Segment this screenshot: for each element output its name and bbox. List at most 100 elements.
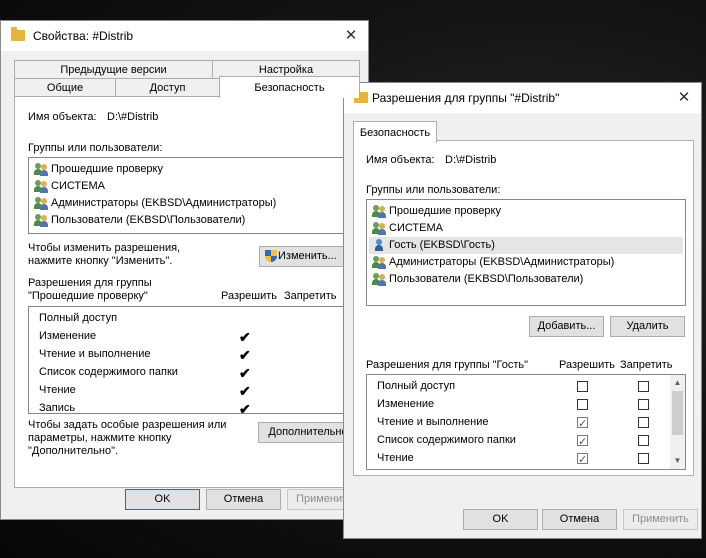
permission-label: Чтение bbox=[377, 452, 414, 464]
user-name: Пользователи (EKBSD\Пользователи) bbox=[389, 273, 584, 285]
permission-row: Изменение bbox=[367, 395, 667, 413]
deny-checkbox[interactable] bbox=[638, 417, 649, 428]
permission-label: Изменение bbox=[377, 398, 435, 410]
add-button[interactable]: Добавить... bbox=[529, 316, 604, 337]
properties-window: Свойства: #Distrib ✕ Предыдущие версии Н… bbox=[0, 20, 369, 520]
user-name: Гость (EKBSD\Гость) bbox=[389, 239, 495, 251]
allow-checkbox[interactable] bbox=[577, 433, 588, 451]
deny-checkbox[interactable] bbox=[638, 381, 649, 392]
permission-label: Чтение bbox=[39, 384, 76, 396]
properties-close-button[interactable]: ✕ bbox=[340, 25, 362, 47]
permission-row: Список содержимого папки bbox=[367, 431, 667, 451]
permission-label: Полный доступ bbox=[377, 380, 456, 392]
allow-checkmark-icon: ✔ bbox=[239, 329, 251, 345]
allow-checkmark-icon: ✔ bbox=[239, 401, 251, 414]
users-listbox[interactable]: Прошедшие проверку СИСТЕМА Администратор… bbox=[28, 157, 358, 234]
props-ok-button[interactable]: OK bbox=[125, 489, 200, 510]
permission-row: Чтение ✔ bbox=[29, 381, 339, 399]
properties-titlebar: Свойства: #Distrib ✕ bbox=[1, 21, 368, 51]
user-icon bbox=[372, 239, 387, 252]
change-hint-line1: Чтобы изменить разрешения, bbox=[28, 242, 181, 254]
permissions-close-button[interactable]: ✕ bbox=[673, 87, 695, 109]
allow-checkmark-icon: ✔ bbox=[239, 365, 251, 381]
change-button-label: Изменить... bbox=[278, 250, 337, 262]
permission-label: Список содержимого папки bbox=[377, 434, 516, 446]
permissions-title-line1: Разрешения для группы bbox=[28, 277, 152, 289]
folder-icon bbox=[11, 27, 25, 41]
list-item[interactable]: Администраторы (EKBSD\Администраторы) bbox=[369, 254, 683, 271]
users-group-icon bbox=[34, 163, 49, 176]
allow-checkbox[interactable] bbox=[577, 399, 588, 410]
list-item[interactable]: СИСТЕМА bbox=[31, 178, 355, 195]
perm-apply-button[interactable]: Применить bbox=[623, 509, 698, 530]
users-listbox[interactable]: Прошедшие проверку СИСТЕМА Гость (EKBSD\… bbox=[366, 199, 686, 306]
object-name-label: Имя объекта: bbox=[28, 111, 97, 123]
list-item[interactable]: Прошедшие проверку bbox=[31, 161, 355, 178]
allow-checkbox[interactable] bbox=[577, 381, 588, 392]
user-name: СИСТЕМА bbox=[389, 222, 443, 234]
tab-general[interactable]: Общие bbox=[14, 78, 116, 97]
users-group-icon bbox=[372, 256, 387, 269]
user-name: Пользователи (EKBSD\Пользователи) bbox=[51, 214, 246, 226]
tab-previous-versions[interactable]: Предыдущие версии bbox=[14, 60, 213, 79]
permissions-scrollbar[interactable]: ▲ ▼ bbox=[670, 375, 685, 469]
tab-sharing[interactable]: Доступ bbox=[115, 78, 220, 97]
users-group-icon bbox=[34, 214, 49, 227]
allow-checkmark-icon: ✔ bbox=[239, 347, 251, 363]
object-name-label: Имя объекта: bbox=[366, 154, 435, 166]
allow-checkbox[interactable] bbox=[577, 451, 588, 469]
allow-header: Разрешить bbox=[221, 290, 277, 302]
user-name: Прошедшие проверку bbox=[389, 205, 501, 217]
permissions-list: Полный доступ Изменение ✔ Чтение и выполнен… bbox=[28, 306, 359, 414]
object-name-value: D:\#Distrib bbox=[107, 111, 159, 123]
groups-label: Группы или пользователи: bbox=[28, 142, 163, 154]
perm-ok-button[interactable]: OK bbox=[463, 509, 538, 530]
props-cancel-button[interactable]: Отмена bbox=[206, 489, 281, 510]
permission-label: Список содержимого папки bbox=[39, 366, 178, 378]
scroll-down-arrow[interactable]: ▼ bbox=[670, 453, 685, 469]
allow-checkmark-icon: ✔ bbox=[239, 383, 251, 399]
permission-label: Изменение bbox=[39, 330, 97, 342]
tab-security[interactable]: Безопасность bbox=[219, 76, 360, 98]
perm-cancel-button[interactable]: Отмена bbox=[542, 509, 617, 530]
remove-button[interactable]: Удалить bbox=[610, 316, 685, 337]
scroll-thumb[interactable] bbox=[672, 391, 683, 435]
deny-header: Запретить bbox=[284, 290, 337, 302]
allow-checkbox[interactable] bbox=[577, 415, 588, 433]
tab-security[interactable]: Безопасность bbox=[353, 121, 437, 143]
deny-checkbox[interactable] bbox=[638, 453, 649, 464]
users-group-icon bbox=[372, 222, 387, 235]
uac-shield-icon bbox=[265, 250, 277, 263]
permission-label: Запись bbox=[39, 402, 76, 414]
list-item[interactable]: Пользователи (EKBSD\Пользователи) bbox=[369, 271, 683, 288]
allow-header: Разрешить bbox=[559, 359, 615, 371]
list-item[interactable]: Прошедшие проверку bbox=[369, 203, 683, 220]
object-name-value: D:\#Distrib bbox=[445, 154, 497, 166]
permission-row: Чтение и выполнение bbox=[367, 413, 667, 433]
special-hint-line1: Чтобы задать особые разрешения или bbox=[28, 419, 227, 431]
scroll-up-arrow[interactable]: ▲ bbox=[670, 375, 685, 391]
permissions-list: Полный доступ Изменение Чтение и выполнени… bbox=[366, 374, 686, 470]
permission-row: Чтение bbox=[367, 449, 667, 469]
permissions-title-line2: "Прошедшие проверку" bbox=[28, 290, 148, 302]
users-group-icon bbox=[372, 205, 387, 218]
permission-label: Чтение и выполнение bbox=[39, 348, 151, 360]
list-item[interactable]: Администраторы (EKBSD\Администраторы) bbox=[31, 195, 355, 212]
permission-row: Изменение ✔ bbox=[29, 327, 339, 345]
permissions-window: Разрешения для группы "#Distrib" ✕ Безоп… bbox=[343, 82, 702, 539]
groups-label: Группы или пользователи: bbox=[366, 184, 501, 196]
user-name: Администраторы (EKBSD\Администраторы) bbox=[51, 197, 277, 209]
permission-row: Чтение и выполнение ✔ bbox=[29, 345, 339, 363]
permission-row: Полный доступ bbox=[29, 309, 339, 327]
deny-checkbox[interactable] bbox=[638, 435, 649, 446]
special-hint-line2: параметры, нажмите кнопку bbox=[28, 432, 172, 444]
change-button[interactable]: Изменить... bbox=[259, 246, 345, 267]
permissions-title: Разрешения для группы "Гость" bbox=[366, 359, 529, 371]
permission-label: Полный доступ bbox=[39, 312, 118, 324]
deny-checkbox[interactable] bbox=[638, 399, 649, 410]
list-item-selected[interactable]: Гость (EKBSD\Гость) bbox=[369, 237, 683, 254]
list-item[interactable]: Пользователи (EKBSD\Пользователи) bbox=[31, 212, 355, 229]
list-item[interactable]: СИСТЕМА bbox=[369, 220, 683, 237]
special-hint-line3: "Дополнительно". bbox=[28, 445, 119, 457]
change-hint-line2: нажмите кнопку "Изменить". bbox=[28, 255, 173, 267]
